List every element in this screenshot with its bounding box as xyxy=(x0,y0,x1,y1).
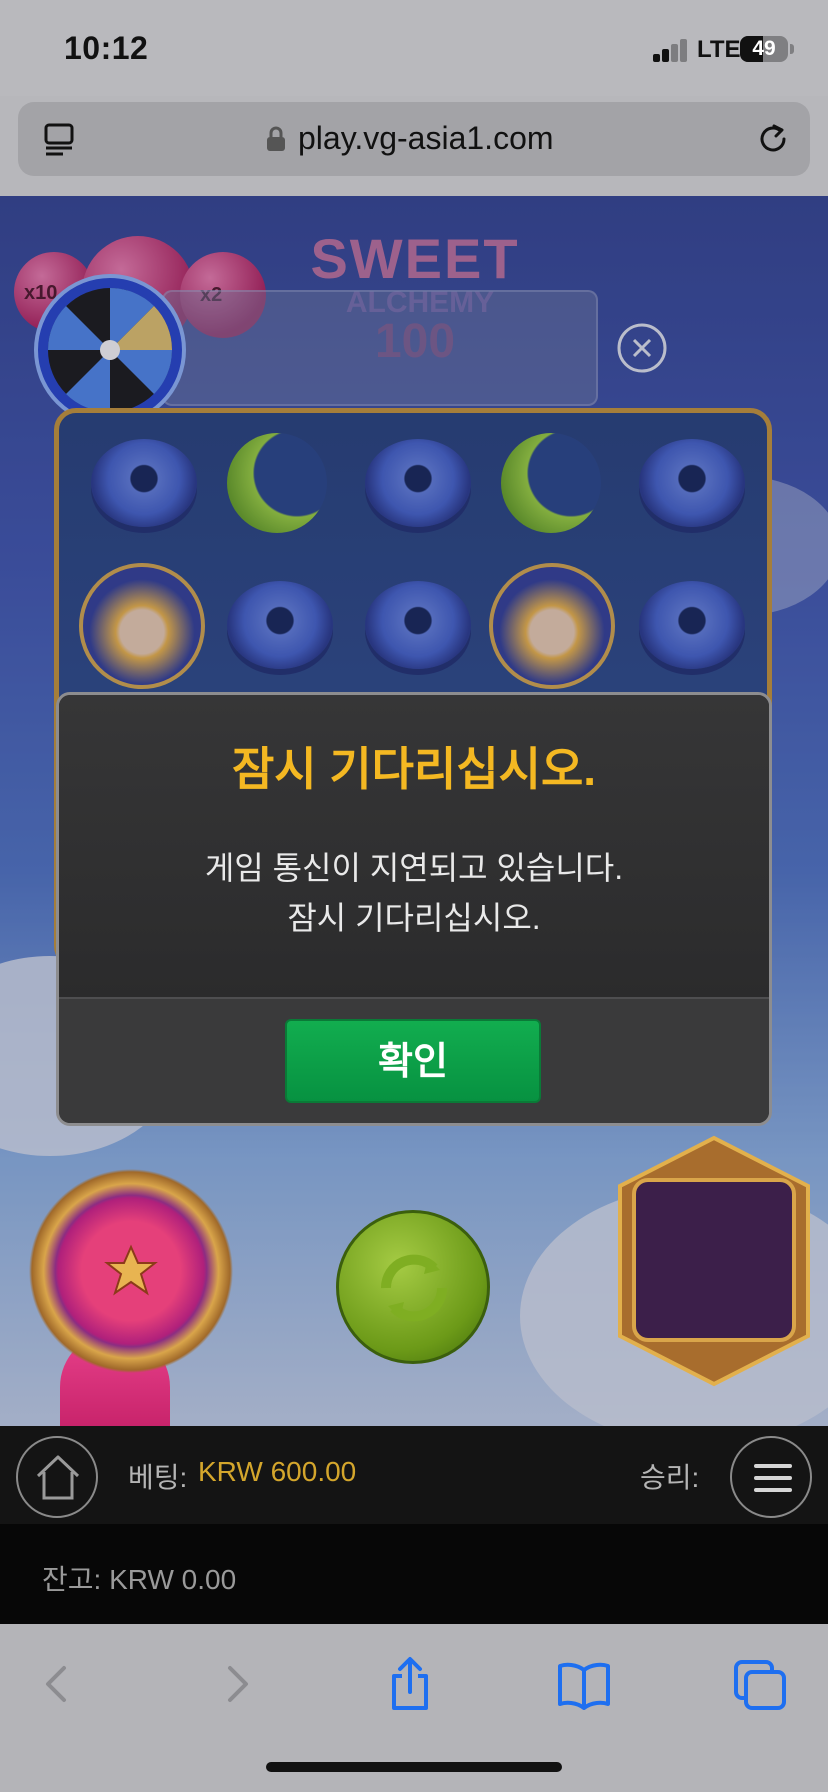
battery-tip xyxy=(790,44,794,54)
confirm-button[interactable]: 확인 xyxy=(285,1019,541,1103)
balance-bar: 잔고: KRW 0.00 xyxy=(0,1524,828,1624)
forward-icon[interactable] xyxy=(206,1654,266,1714)
bookmarks-icon[interactable] xyxy=(554,1654,614,1714)
cellular-signal-icon xyxy=(653,38,689,62)
menu-icon-bar xyxy=(754,1476,792,1480)
balance-text: 잔고: KRW 0.00 xyxy=(42,1564,237,1595)
url-text[interactable]: play.vg-asia1.com xyxy=(298,120,554,157)
spin-arrows-icon xyxy=(380,1254,448,1322)
dialog-message-line: 잠시 기다리십시오. xyxy=(287,900,541,936)
home-button[interactable] xyxy=(16,1436,98,1518)
win-display-panel xyxy=(618,1135,810,1387)
bet-value[interactable]: KRW 600.00 xyxy=(198,1456,356,1488)
lock-icon xyxy=(267,126,285,151)
status-bar: 10:12 LTE 49 xyxy=(0,0,828,96)
dialog-body: 잠시 기다리십시오. 게임 통신이 지연되고 있습니다. 잠시 기다리십시오. xyxy=(59,695,769,997)
address-bar[interactable]: play.vg-asia1.com xyxy=(18,102,810,176)
tabs-overview-icon[interactable] xyxy=(730,1654,790,1714)
battery-level: 49 xyxy=(752,37,776,60)
share-icon[interactable] xyxy=(380,1654,440,1714)
reload-icon[interactable] xyxy=(756,122,790,156)
connection-delay-dialog: 잠시 기다리십시오. 게임 통신이 지연되고 있습니다. 잠시 기다리십시오. … xyxy=(56,692,772,1126)
win-label: 승리: xyxy=(640,1462,700,1493)
back-icon[interactable] xyxy=(28,1654,88,1714)
bet-label: 베팅: xyxy=(128,1462,188,1493)
tabs-icon[interactable] xyxy=(43,122,77,156)
bet-bar: 베팅: KRW 600.00 승리: xyxy=(0,1426,828,1524)
flower-icon xyxy=(104,1244,158,1296)
menu-button[interactable] xyxy=(730,1436,812,1518)
spin-button[interactable] xyxy=(336,1210,490,1364)
home-indicator xyxy=(266,1762,562,1772)
dialog-title: 잠시 기다리십시오. xyxy=(231,743,597,795)
battery-icon: 49 xyxy=(740,36,788,62)
home-icon xyxy=(36,1455,80,1500)
bonus-buy-button[interactable] xyxy=(28,1168,234,1374)
dialog-message-line: 게임 통신이 지연되고 있습니다. xyxy=(204,850,624,886)
status-time: 10:12 xyxy=(64,30,149,66)
network-type: LTE xyxy=(697,36,741,63)
dialog-message: 게임 통신이 지연되고 있습니다. 잠시 기다리십시오. xyxy=(59,843,769,943)
menu-icon-bar xyxy=(754,1488,792,1492)
menu-icon-bar xyxy=(754,1464,792,1468)
